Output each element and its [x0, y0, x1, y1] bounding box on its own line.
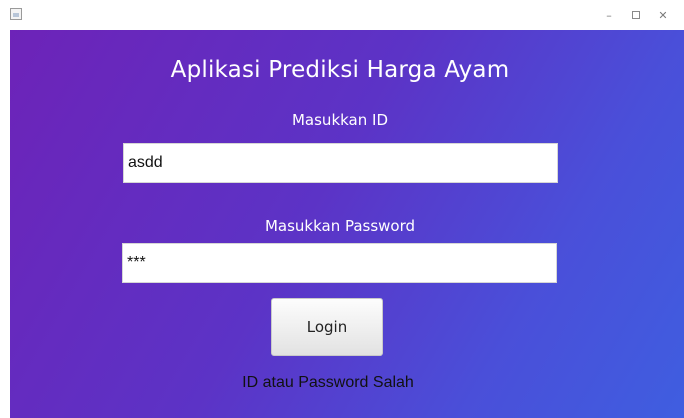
status-message: ID atau Password Salah — [242, 374, 414, 391]
close-icon: ✕ — [658, 8, 668, 22]
close-button[interactable]: ✕ — [648, 0, 678, 30]
id-input[interactable] — [123, 143, 558, 183]
java-app-icon — [10, 8, 22, 20]
app-window: – ✕ Aplikasi Prediksi Harga Ayam Masukka… — [0, 0, 684, 418]
id-label: Masukkan ID — [291, 111, 388, 129]
minimize-button[interactable]: – — [594, 0, 624, 30]
maximize-button[interactable] — [621, 0, 651, 30]
maximize-icon — [632, 11, 640, 19]
app-title: Aplikasi Prediksi Harga Ayam — [170, 57, 510, 83]
password-label: Masukkan Password — [264, 217, 416, 235]
minimize-icon: – — [606, 8, 612, 22]
login-panel: Aplikasi Prediksi Harga Ayam Masukkan ID… — [10, 30, 684, 418]
password-input[interactable] — [122, 243, 557, 283]
title-bar[interactable]: – ✕ — [0, 0, 684, 30]
login-button[interactable]: Login — [271, 298, 383, 356]
